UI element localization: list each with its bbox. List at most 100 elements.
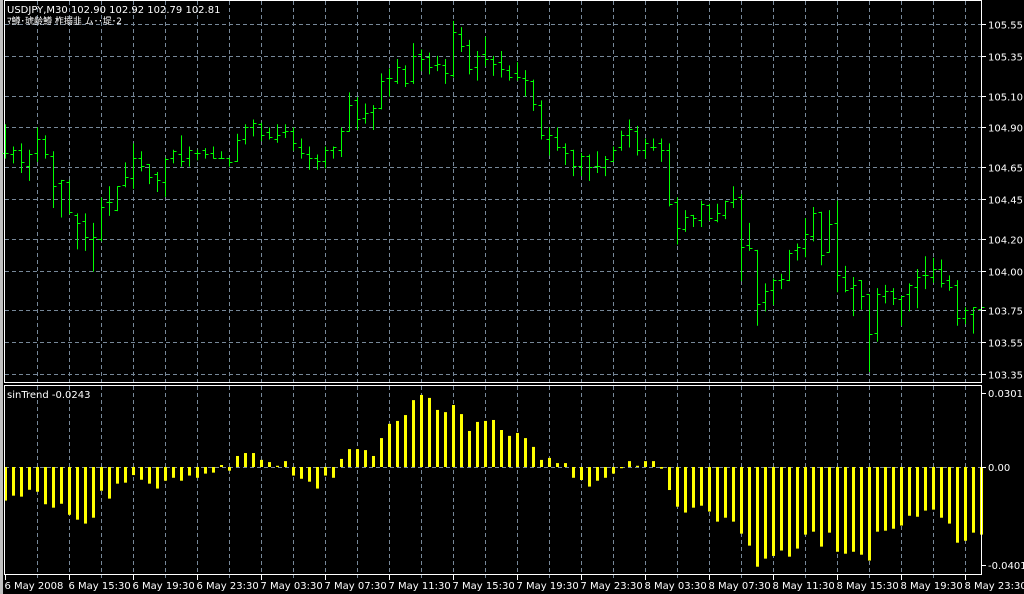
histogram-bar xyxy=(116,467,119,484)
histogram-bar xyxy=(716,467,719,522)
histogram-bar xyxy=(292,467,295,476)
histogram-bar xyxy=(84,467,87,524)
histogram-bar xyxy=(268,462,271,467)
histogram-bar xyxy=(108,467,111,499)
histogram-bar xyxy=(820,467,823,547)
histogram-bar xyxy=(60,467,63,504)
histogram-bar xyxy=(892,467,895,529)
histogram-bar xyxy=(236,455,239,467)
histogram-bar xyxy=(364,450,367,467)
histogram-bar xyxy=(196,467,199,478)
indicator-label: sinTrend -0.0243 xyxy=(7,390,90,401)
time-label: 7 May 07:30 xyxy=(325,581,387,592)
histogram-bar xyxy=(188,467,191,476)
time-label: 8 May 19:30 xyxy=(901,581,963,592)
histogram-bar xyxy=(972,467,975,533)
histogram-bar xyxy=(252,453,255,467)
histogram-bar xyxy=(636,465,639,467)
histogram-bar xyxy=(588,467,591,487)
histogram-bar xyxy=(580,467,583,480)
histogram-bar xyxy=(708,467,711,512)
histogram-bar xyxy=(260,459,263,467)
indicator-list-garbled: ﾏ鱒･琥齢鱒 柞搦韭 ム･･堤･2 xyxy=(7,15,122,27)
time-label: 6 May 2008 xyxy=(5,581,64,592)
histogram-bar xyxy=(748,467,751,546)
price-tick-label: 104.45 xyxy=(988,196,1023,207)
histogram-bar xyxy=(28,467,31,490)
indicator-tick-label: 0.00 xyxy=(988,463,1010,474)
histogram-bar xyxy=(692,467,695,508)
time-label: 7 May 03:30 xyxy=(261,581,323,592)
histogram-bar xyxy=(324,467,327,476)
histogram-bar xyxy=(124,467,127,483)
histogram-bar xyxy=(844,467,847,554)
histogram-bar xyxy=(20,467,23,497)
histogram-bar xyxy=(380,438,383,467)
histogram-bar xyxy=(964,467,967,541)
price-tick-label: 105.10 xyxy=(988,93,1023,104)
histogram-bar xyxy=(756,467,759,567)
time-label: 8 May 03:30 xyxy=(645,581,707,592)
histogram-bar xyxy=(428,397,431,467)
indicator-tick-label: 0.0301 xyxy=(988,389,1023,400)
histogram-bar xyxy=(876,467,879,532)
histogram-bar xyxy=(356,449,359,467)
histogram-bar xyxy=(916,467,919,517)
price-tick-label: 104.65 xyxy=(988,164,1023,175)
histogram-bar xyxy=(500,430,503,467)
time-label: 7 May 19:30 xyxy=(517,581,579,592)
histogram-bar xyxy=(596,467,599,481)
histogram-bar xyxy=(804,467,807,535)
histogram-bar xyxy=(276,465,279,467)
histogram-bar xyxy=(420,394,423,467)
histogram-bar xyxy=(476,421,479,467)
histogram-bar xyxy=(468,430,471,467)
histogram-bar xyxy=(68,467,71,515)
histogram-bar xyxy=(508,435,511,467)
time-label: 7 May 11:30 xyxy=(389,581,451,592)
histogram-bar xyxy=(564,463,567,467)
histogram-bar xyxy=(540,459,543,467)
histogram-bar xyxy=(100,467,103,491)
chart-canvas[interactable]: 105.55 105.35 105.10 104.90 104.65 104.45 104.… xyxy=(0,0,1024,594)
histogram-bar xyxy=(884,467,887,531)
histogram-bar xyxy=(796,467,799,549)
histogram-bar xyxy=(556,463,559,467)
histogram-bar xyxy=(140,467,143,480)
price-tick-label: 103.75 xyxy=(988,307,1023,318)
histogram-bar xyxy=(412,400,415,467)
histogram-bar xyxy=(572,467,575,478)
histogram-bar xyxy=(340,458,343,467)
histogram-bar xyxy=(956,467,959,543)
histogram-bar xyxy=(484,420,487,467)
histogram-bar xyxy=(924,467,927,511)
histogram-bar xyxy=(788,467,791,557)
histogram-bar xyxy=(700,467,703,506)
histogram-bar xyxy=(492,419,495,467)
histogram-bar xyxy=(308,467,311,482)
histogram-bar xyxy=(812,467,815,532)
histogram-bar xyxy=(220,465,223,467)
time-label: 7 May 15:30 xyxy=(453,581,515,592)
histogram-bar xyxy=(76,467,79,520)
histogram-bar xyxy=(660,467,663,469)
histogram-bar xyxy=(676,467,679,507)
histogram-bar xyxy=(444,412,447,467)
symbol-info: USDJPY,M30 102.90 102.92 102.79 102.81 xyxy=(7,5,220,16)
histogram-bar xyxy=(12,467,15,496)
histogram-bar xyxy=(524,438,527,467)
histogram-bar xyxy=(868,467,871,561)
time-label: 8 May 15:30 xyxy=(837,581,899,592)
histogram-bar xyxy=(548,457,551,467)
price-tick-label: 104.90 xyxy=(988,124,1023,135)
histogram-bar xyxy=(460,414,463,467)
histogram-bar xyxy=(724,467,727,518)
histogram-bar xyxy=(836,467,839,552)
histogram-bar xyxy=(828,467,831,533)
histogram-bar xyxy=(148,467,151,484)
histogram-bar xyxy=(388,423,391,467)
indicator-tick-label: -0.0401 xyxy=(988,561,1024,572)
time-label: 6 May 19:30 xyxy=(133,581,195,592)
time-label: 6 May 15:30 xyxy=(69,581,131,592)
price-tick-label: 104.00 xyxy=(988,268,1023,279)
